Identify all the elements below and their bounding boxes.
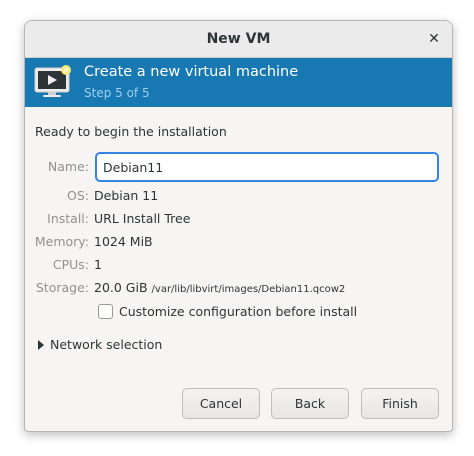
storage-label: Storage: [35, 280, 89, 295]
cancel-button[interactable]: Cancel [182, 388, 260, 419]
storage-path: /var/lib/libvirt/images/Debian11.qcow2 [151, 284, 346, 295]
title-bar: New VM ✕ [25, 21, 452, 58]
expander-arrow-icon[interactable] [38, 339, 44, 350]
cpus-label: CPUs: [52, 257, 89, 272]
cpus-row: CPUs: 1 [25, 257, 452, 277]
os-label: OS: [67, 188, 89, 203]
network-selection-label[interactable]: Network selection [50, 337, 162, 352]
header-title: Create a new virtual machine [84, 64, 299, 80]
network-selection-expander[interactable]: Network selection [38, 337, 162, 352]
customize-checkbox-row[interactable]: Customize configuration before install [98, 304, 357, 319]
new-vm-dialog: New VM ✕ Create a new virtual machine St… [24, 20, 453, 432]
wizard-header: Create a new virtual machine Step 5 of 5 [25, 58, 452, 107]
memory-value: 1024 MiB [94, 234, 153, 249]
install-row: Install: URL Install Tree [25, 211, 452, 231]
memory-row: Memory: 1024 MiB [25, 234, 452, 254]
install-value: URL Install Tree [94, 211, 191, 226]
step-indicator: Step 5 of 5 [84, 86, 150, 100]
ready-text: Ready to begin the installation [35, 124, 227, 139]
back-button[interactable]: Back [271, 388, 349, 419]
name-label: Name: [47, 159, 89, 174]
memory-label: Memory: [34, 234, 89, 249]
window-title: New VM [206, 31, 271, 47]
finish-button[interactable]: Finish [361, 388, 439, 419]
os-row: OS: Debian 11 [25, 188, 452, 208]
storage-value: 20.0 GiB /var/lib/libvirt/images/Debian1… [94, 280, 345, 295]
storage-row: Storage: 20.0 GiB /var/lib/libvirt/image… [25, 280, 452, 300]
cpus-value: 1 [94, 257, 102, 272]
name-input[interactable] [95, 152, 439, 182]
close-icon[interactable]: ✕ [424, 29, 444, 49]
vm-monitor-icon [34, 65, 71, 97]
os-value: Debian 11 [94, 188, 159, 203]
customize-checkbox-label[interactable]: Customize configuration before install [119, 304, 357, 319]
install-label: Install: [47, 211, 89, 226]
storage-size: 20.0 GiB [94, 280, 148, 295]
customize-checkbox[interactable] [98, 304, 113, 319]
